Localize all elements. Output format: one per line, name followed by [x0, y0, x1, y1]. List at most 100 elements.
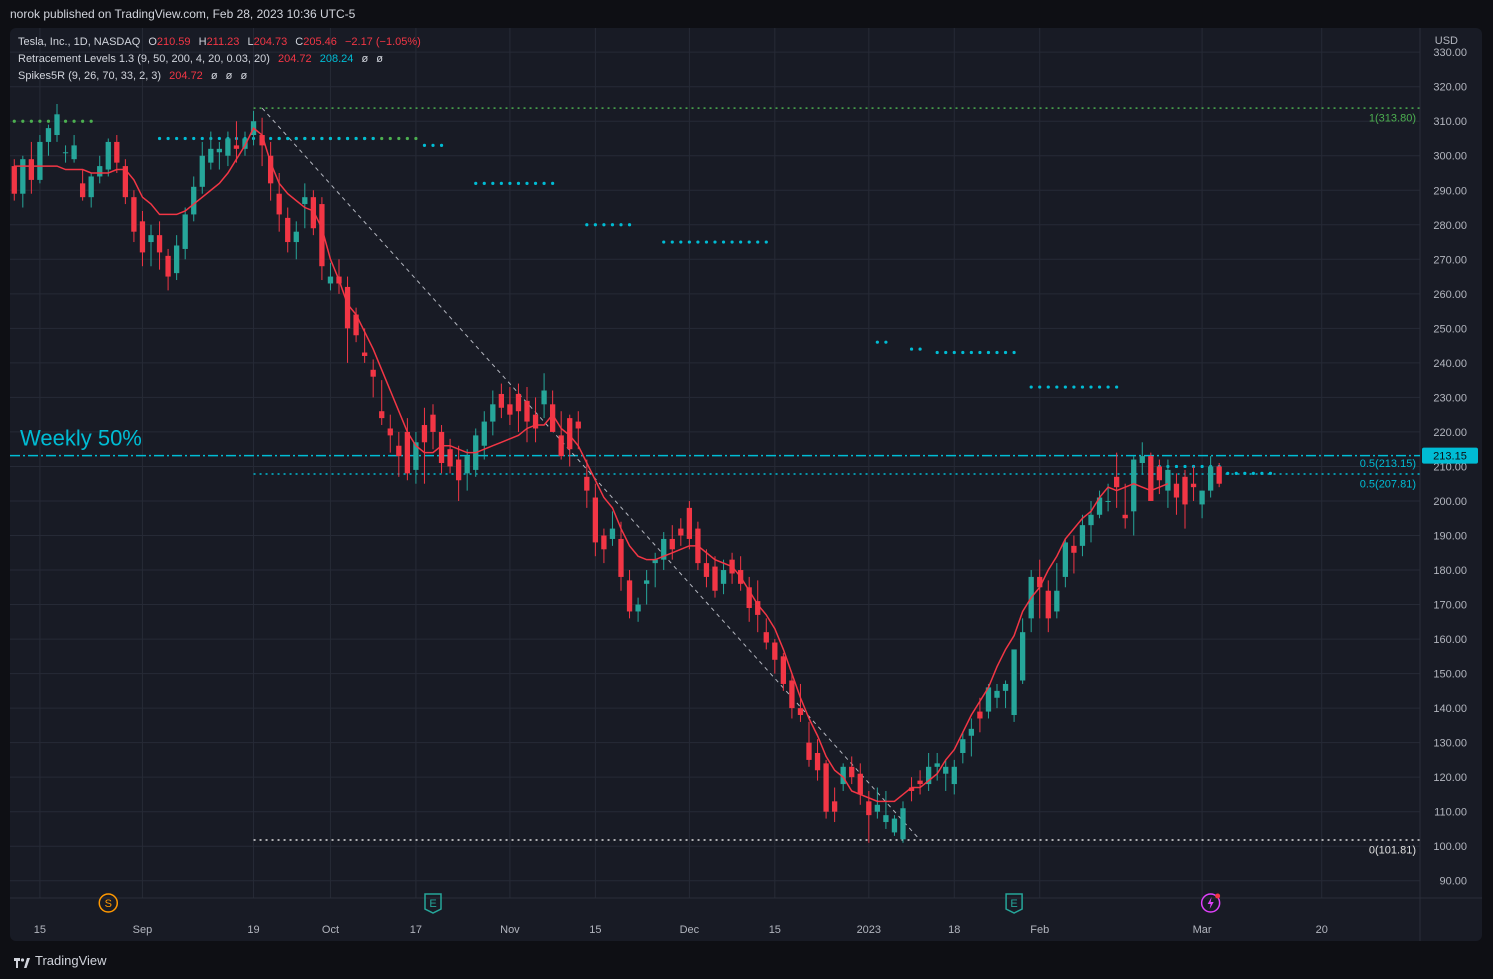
candle — [643, 570, 650, 605]
y-tick-label: 270.00 — [1433, 254, 1467, 266]
brand-name: TradingView — [35, 953, 107, 968]
spike-dot-cyan — [269, 136, 273, 141]
candle — [1139, 442, 1145, 474]
candle-body — [575, 421, 581, 429]
x-tick-label: 2023 — [857, 924, 881, 936]
chart-panel[interactable]: 90.00 100.00 110.00 120.00 130.00 140.00 150.0… — [10, 28, 1482, 941]
candle — [1148, 452, 1154, 501]
spike-dot-cyan — [345, 136, 350, 141]
candle — [396, 431, 402, 477]
symbol-name[interactable]: Tesla, Inc., 1D, NASDAQ — [18, 36, 140, 48]
price-chart-svg[interactable]: 90.00 100.00 110.00 120.00 130.00 140.00 150.0… — [10, 28, 1482, 941]
candle-body — [1105, 500, 1111, 502]
candle-body — [712, 566, 718, 591]
indicator-name[interactable]: Retracement Levels 1.3 (9, 50, 200, 4, 2… — [18, 53, 270, 65]
high-label: H — [198, 36, 207, 48]
spike-dot-cyan — [1226, 471, 1230, 475]
candle-body — [789, 680, 795, 709]
candle-body — [960, 739, 966, 753]
candle-body — [1131, 459, 1137, 512]
candle — [720, 559, 727, 595]
x-tick-label: 20 — [1316, 924, 1328, 936]
candle — [319, 197, 325, 281]
candle — [532, 397, 539, 443]
spike-dot-cyan — [363, 136, 367, 141]
candle-body — [97, 166, 103, 177]
spike-dot-cyan — [875, 340, 879, 344]
spike-dot-cyan — [1174, 464, 1179, 469]
spike-dot-cyan — [679, 240, 683, 244]
tradingview-logo[interactable]: TradingView — [14, 953, 107, 968]
y-tick-label: 120.00 — [1433, 772, 1467, 784]
indicator-name[interactable]: Spikes5R (9, 26, 70, 33, 2, 3) — [18, 70, 161, 82]
spike-dot-cyan — [1115, 385, 1119, 389]
candle-body — [1216, 466, 1222, 484]
spike-dot-cyan — [499, 181, 503, 185]
spike-dot-cyan — [1260, 471, 1264, 475]
candle-body — [883, 815, 889, 823]
candle-body — [507, 404, 513, 415]
candle-body — [891, 818, 898, 833]
low-value: 204.73 — [253, 36, 288, 48]
candle-body — [874, 804, 881, 812]
y-tick-label: 150.00 — [1433, 669, 1467, 681]
candle — [310, 190, 317, 236]
spike-dot-cyan — [311, 136, 315, 141]
x-tick-label: 15 — [769, 924, 781, 936]
candle-body — [344, 286, 351, 329]
candle-body — [1079, 525, 1086, 546]
candle — [934, 753, 940, 781]
candle-body — [199, 155, 205, 187]
candle — [1113, 452, 1120, 508]
indicator-value: ø — [240, 70, 248, 82]
candle — [549, 390, 556, 432]
y-tick-label: 290.00 — [1433, 185, 1467, 197]
candle-body — [481, 421, 487, 446]
candle-body — [165, 255, 171, 277]
candle-body — [857, 773, 863, 795]
y-tick-label: 110.00 — [1434, 807, 1467, 819]
spike-dot-cyan — [371, 136, 375, 141]
candle-body — [182, 214, 188, 249]
indicator-row-spikes: Spikes5R (9, 26, 70, 33, 2, 3) 204.72 ø … — [18, 68, 421, 85]
candle-body — [1156, 466, 1163, 481]
spike-dot-cyan — [704, 240, 709, 244]
candle-body — [934, 763, 940, 767]
candle — [678, 518, 684, 546]
candle — [891, 815, 898, 836]
candle — [370, 359, 376, 398]
x-tick-label: 18 — [948, 924, 960, 936]
spike-dot-cyan — [961, 350, 965, 355]
candle-body — [1002, 683, 1009, 691]
candle — [1156, 459, 1163, 495]
candle — [79, 169, 86, 201]
candle — [635, 597, 641, 622]
spike-dot-cyan — [303, 136, 307, 141]
spike-dot-cyan — [909, 347, 914, 351]
candle — [71, 135, 77, 163]
candle-body — [37, 141, 43, 180]
candle — [524, 387, 530, 443]
spike-dot-cyan — [756, 240, 760, 244]
candle-body — [105, 141, 111, 170]
candle-body — [464, 456, 470, 474]
spike-dot-cyan — [739, 240, 743, 244]
candle-body — [900, 808, 906, 840]
spike-dot-green — [12, 119, 16, 123]
spike-dot-cyan — [551, 181, 555, 185]
indicator-value: 208.24 — [319, 53, 354, 65]
candle — [900, 801, 906, 843]
spike-dot-cyan — [422, 143, 427, 147]
y-tick-label: 310.00 — [1433, 116, 1467, 128]
candle — [88, 173, 94, 208]
spike-dot-cyan — [166, 136, 170, 141]
spike-dot-cyan — [687, 240, 691, 244]
candle — [242, 131, 248, 156]
candle — [592, 483, 599, 557]
y-tick-label: 320.00 — [1433, 82, 1467, 94]
spike-dot-cyan — [1089, 385, 1093, 389]
spike-dot-cyan — [175, 136, 179, 141]
candle — [951, 759, 957, 795]
chart-legend: Tesla, Inc., 1D, NASDAQ O210.59 H211.23 … — [18, 34, 421, 85]
spike-dot-cyan — [1097, 385, 1102, 389]
